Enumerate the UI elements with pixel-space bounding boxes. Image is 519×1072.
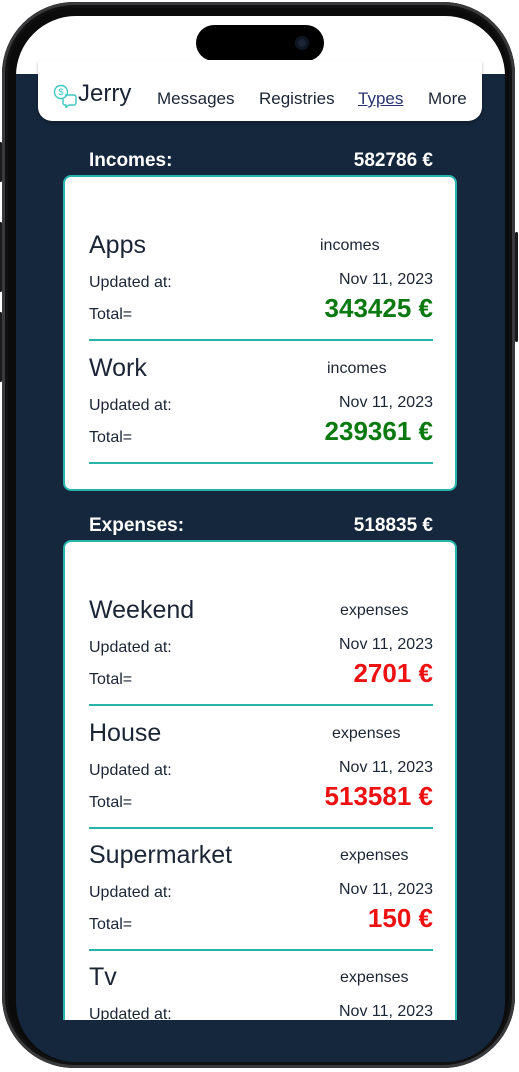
app-name[interactable]: Jerry bbox=[78, 80, 131, 108]
updated-label: Updated at: bbox=[89, 762, 172, 779]
type-name: Apps bbox=[89, 231, 146, 259]
type-category: expenses bbox=[340, 602, 409, 619]
total-value: 150 € bbox=[367, 903, 433, 933]
type-name: Work bbox=[89, 354, 147, 382]
type-name: Tv bbox=[89, 963, 117, 991]
list-item[interactable]: Weekend expenses Updated at: Nov 11, 202… bbox=[89, 596, 433, 718]
expenses-total: 518835 € bbox=[353, 515, 433, 536]
total-value: 513581 € bbox=[324, 781, 433, 811]
updated-date: Nov 11, 2023 bbox=[339, 271, 433, 288]
list-item[interactable]: Supermarket expenses Updated at: Nov 11,… bbox=[89, 841, 433, 963]
volume-down-button bbox=[0, 312, 2, 382]
incomes-header: Incomes: 582786 € bbox=[89, 150, 433, 174]
updated-label: Updated at: bbox=[89, 397, 172, 414]
updated-label: Updated at: bbox=[89, 639, 172, 656]
type-category: incomes bbox=[320, 237, 380, 254]
type-name: Supermarket bbox=[89, 841, 233, 869]
type-category: expenses bbox=[340, 969, 409, 986]
updated-date: Nov 11, 2023 bbox=[339, 759, 433, 776]
updated-date: Nov 11, 2023 bbox=[339, 636, 433, 653]
total-value: 239361 € bbox=[324, 416, 433, 446]
updated-label: Updated at: bbox=[89, 274, 172, 291]
type-category: incomes bbox=[327, 360, 387, 377]
updated-date: Nov 11, 2023 bbox=[339, 881, 433, 898]
updated-date: Nov 11, 2023 bbox=[339, 394, 433, 411]
expenses-header: Expenses: 518835 € bbox=[89, 515, 433, 539]
camera-icon bbox=[295, 36, 309, 50]
expenses-card: Weekend expenses Updated at: Nov 11, 202… bbox=[63, 540, 457, 1040]
coin-chat-icon[interactable]: $ bbox=[53, 84, 77, 108]
expenses-label: Expenses: bbox=[89, 515, 185, 536]
incomes-card: Apps incomes Updated at: Nov 11, 2023 To… bbox=[63, 175, 457, 491]
total-value: 343425 € bbox=[324, 293, 433, 323]
divider bbox=[89, 827, 433, 829]
type-category: expenses bbox=[332, 725, 401, 742]
nav-types[interactable]: Types bbox=[358, 89, 403, 109]
updated-date: Nov 11, 2023 bbox=[339, 1003, 433, 1020]
bottom-safe-area bbox=[16, 1020, 505, 1062]
dynamic-island bbox=[196, 25, 324, 61]
list-item[interactable]: Work incomes Updated at: Nov 11, 2023 To… bbox=[89, 354, 433, 476]
list-item[interactable]: Apps incomes Updated at: Nov 11, 2023 To… bbox=[89, 231, 433, 353]
divider bbox=[89, 339, 433, 341]
nav-messages[interactable]: Messages bbox=[157, 89, 234, 109]
type-name: House bbox=[89, 719, 162, 747]
divider bbox=[89, 462, 433, 464]
total-label: Total= bbox=[89, 916, 133, 933]
incomes-label: Incomes: bbox=[89, 150, 173, 171]
svg-text:$: $ bbox=[58, 87, 63, 97]
total-label: Total= bbox=[89, 429, 133, 446]
total-value: 2701 € bbox=[353, 658, 433, 688]
screen: $ Jerry Messages Registries Types More I… bbox=[16, 16, 505, 1062]
type-category: expenses bbox=[340, 847, 409, 864]
nav-registries[interactable]: Registries bbox=[259, 89, 335, 109]
list-item[interactable]: House expenses Updated at: Nov 11, 2023 … bbox=[89, 719, 433, 841]
volume-up-button bbox=[0, 222, 2, 292]
phone-frame: $ Jerry Messages Registries Types More I… bbox=[0, 2, 518, 1068]
type-name: Weekend bbox=[89, 596, 195, 624]
power-button bbox=[515, 232, 518, 342]
nav-more[interactable]: More bbox=[428, 89, 467, 109]
total-label: Total= bbox=[89, 794, 133, 811]
updated-label: Updated at: bbox=[89, 884, 172, 901]
total-label: Total= bbox=[89, 671, 133, 688]
silent-switch bbox=[0, 142, 2, 182]
navbar: $ Jerry Messages Registries Types More bbox=[38, 60, 482, 121]
incomes-total: 582786 € bbox=[353, 150, 433, 171]
total-label: Total= bbox=[89, 306, 133, 323]
divider bbox=[89, 949, 433, 951]
divider bbox=[89, 704, 433, 706]
